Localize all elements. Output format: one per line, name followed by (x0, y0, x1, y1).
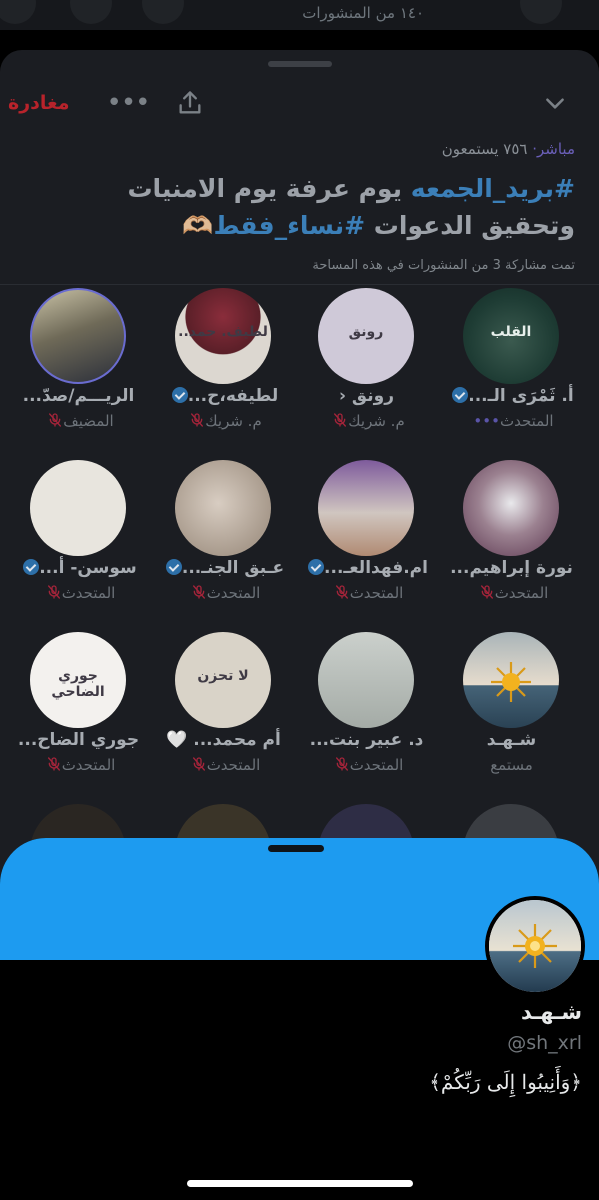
shared-posts-note[interactable]: تمت مشاركة 3 من المنشورات في هذه المساحة (312, 258, 575, 273)
participant-name: جوري الضاح... (17, 730, 140, 750)
participant-avatar[interactable] (318, 632, 414, 728)
muted-mic-icon (330, 584, 350, 602)
participant-role: المضيف (6, 412, 151, 430)
muted-mic-icon (187, 756, 207, 774)
participant-name: أ. ثَمْرَى الـ... (439, 386, 584, 406)
verified-badge-icon (165, 559, 182, 575)
divider (0, 284, 599, 285)
compose-button[interactable] (70, 0, 112, 24)
profile-handle: @sh_xrl (507, 1032, 582, 1054)
muted-mic-icon (42, 584, 62, 602)
participant-role: المتحدث (151, 756, 296, 774)
participant-name: نورة إبراهيم... (450, 558, 573, 578)
profile-bio: ﴿وَأَنِيبُوا إِلَى رَبِّكُمْ﴾ (429, 1070, 582, 1094)
participant-role: المتحدث (6, 756, 151, 774)
profile-card: شـهـد @sh_xrl ﴿وَأَنِيبُوا إِلَى رَبِّكُ… (0, 838, 599, 1200)
title-emoji: 🫶🏼 (182, 211, 214, 240)
participant-role: المتحدث (294, 584, 439, 602)
participant-role: المتحدث (6, 584, 151, 602)
avatar-caption: القلب (490, 324, 532, 340)
speaking-indicator-icon: ••• (473, 412, 500, 430)
arrow-button[interactable] (520, 0, 562, 24)
participant-role: م. شريك (294, 412, 439, 430)
participant-name: لطيفه،ح... (151, 386, 296, 406)
muted-mic-icon (328, 412, 348, 430)
participant-name: ام.فهدالعـ... (294, 558, 439, 578)
space-status: مباشر· ٧٥٦ يستمعون (442, 140, 575, 158)
verified-badge-icon (452, 387, 469, 403)
profile-avatar[interactable] (485, 896, 585, 996)
participant-avatar[interactable]: رونق (318, 288, 414, 384)
verified-badge-icon (23, 559, 40, 575)
participant-role: المتحدث (151, 584, 296, 602)
avatar-caption: رونق (348, 324, 384, 340)
participant-name: أم محمد... 🤍 (166, 730, 281, 750)
verified-badge-icon (171, 387, 188, 403)
participant-role: مستمع (490, 756, 533, 774)
participant-role: م. شريك (151, 412, 296, 430)
participant-avatar[interactable] (463, 460, 559, 556)
avatar-caption: جوري الضاحي (51, 668, 105, 700)
verified-badge-icon (308, 559, 325, 575)
hashtag-link[interactable]: #بريد_الجمعه (411, 174, 575, 203)
post-count: ١٤٠ من المنشورات (302, 4, 424, 22)
participant-avatar[interactable]: لطيف. حمد.. (175, 288, 271, 384)
participant-role: المتحدث (294, 756, 439, 774)
participant-name: عـبق الجنـ... (151, 558, 296, 578)
muted-mic-icon (187, 584, 207, 602)
sheet-grabber[interactable] (268, 61, 332, 67)
muted-mic-icon (42, 756, 62, 774)
participant-avatar[interactable] (30, 460, 126, 556)
live-label: مباشر· (532, 140, 575, 158)
participant-avatar[interactable] (175, 460, 271, 556)
share-icon[interactable] (173, 88, 207, 118)
participant-name: شـهـد (486, 730, 537, 750)
participant-avatar[interactable]: القلب (463, 288, 559, 384)
muted-mic-icon (475, 584, 495, 602)
space-title: #بريد_الجمعه يوم عرفة يوم الامنيات وتحقي… (30, 170, 575, 244)
profile-name: شـهـد (520, 1000, 582, 1024)
back-button[interactable] (0, 0, 36, 24)
muted-mic-icon (43, 412, 63, 430)
avatar-caption: لطيف. حمد.. (178, 324, 268, 340)
participant-name: سوسن- أ... (6, 558, 151, 578)
muted-mic-icon (185, 412, 205, 430)
participant-name: د. عبير بنت... (309, 730, 424, 750)
chevron-down-icon[interactable] (537, 88, 573, 118)
more-icon[interactable]: ••• (107, 88, 151, 118)
participant-name: رونق ‹ (339, 386, 394, 406)
participant-avatar[interactable] (463, 632, 559, 728)
avatar-caption: لا تحزن (197, 668, 249, 684)
participant-avatar[interactable]: جوري الضاحي (30, 632, 126, 728)
participant-role: المتحدث (439, 584, 584, 602)
feed-header-strip: ١٤٠ من المنشورات (0, 0, 599, 30)
muted-mic-icon (330, 756, 350, 774)
search-button[interactable] (142, 0, 184, 24)
participant-role: المتحدث••• (473, 412, 554, 430)
participant-avatar[interactable]: لا تحزن (175, 632, 271, 728)
card-grabber[interactable] (268, 845, 324, 852)
participant-name: الريـــم/صدّ... (22, 386, 135, 406)
home-indicator (187, 1180, 413, 1187)
participant-avatar[interactable] (30, 288, 126, 384)
leave-button[interactable]: مغادرة (8, 88, 70, 118)
participant-avatar[interactable] (318, 460, 414, 556)
listener-count: ٧٥٦ يستمعون (441, 140, 528, 158)
hashtag-link[interactable]: #نساء_فقط (213, 211, 365, 240)
